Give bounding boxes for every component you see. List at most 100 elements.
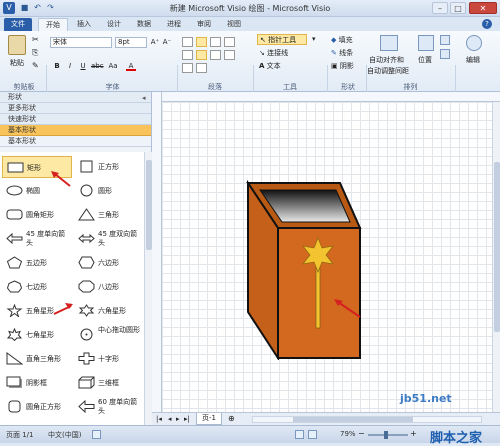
auto-align-icon[interactable] — [380, 35, 398, 51]
case-icon[interactable]: Aa — [108, 61, 118, 71]
tab-review[interactable]: 审阅 — [190, 18, 218, 31]
tab-design[interactable]: 设计 — [100, 18, 128, 31]
insert-page-icon[interactable]: ⊕ — [228, 414, 235, 423]
macro-icon[interactable] — [92, 430, 101, 439]
cut-icon[interactable]: ✂ — [32, 35, 39, 44]
stencil-shape-item[interactable]: 七边形 — [2, 276, 72, 298]
view-fullscreen-icon[interactable] — [308, 430, 317, 439]
shrink-font-icon[interactable]: A⁻ — [162, 37, 172, 47]
strikethrough-icon[interactable]: abc — [91, 61, 104, 71]
zoom-out-icon[interactable]: − — [358, 429, 365, 438]
tab-process[interactable]: 进程 — [160, 18, 188, 31]
shadow-button[interactable]: ▣ 阴影 — [331, 61, 354, 71]
prev-page-icon[interactable]: ◂ — [168, 415, 172, 423]
stencil-shape-item[interactable]: 八边形 — [74, 276, 144, 298]
box-drawing[interactable] — [242, 180, 372, 360]
bold-icon[interactable]: B — [52, 61, 62, 71]
canvas-scroll-thumb[interactable] — [494, 162, 500, 332]
basic-shapes-item[interactable]: 基本形状 — [0, 125, 151, 136]
align-right-icon[interactable] — [210, 50, 221, 60]
stencil-shape-item[interactable]: 60 度单向箭头 — [74, 396, 144, 418]
line-button[interactable]: ✎ 线条 — [331, 48, 353, 58]
h-scroll-track[interactable] — [252, 416, 482, 423]
canvas-scrollbar[interactable] — [492, 102, 500, 412]
stencil-shape-item[interactable]: 三维框 — [74, 372, 144, 394]
font-size-combo[interactable]: 8pt — [115, 37, 147, 48]
align-top-icon[interactable] — [182, 37, 193, 47]
stencil-shape-item[interactable]: 阴影框 — [2, 372, 72, 394]
auto-space-button[interactable]: 自动调整间距 — [367, 66, 409, 76]
stencil-shape-item[interactable]: 中心拖动圆形 — [74, 324, 144, 346]
group-icon[interactable] — [440, 49, 450, 59]
stencil-shape-item[interactable]: 六边形 — [74, 252, 144, 274]
align-bottom-icon[interactable] — [210, 37, 221, 47]
font-name-combo[interactable]: 宋体 — [50, 37, 112, 48]
stencil-shape-item[interactable]: 圆形 — [74, 180, 144, 202]
last-page-icon[interactable]: ▸| — [184, 415, 190, 423]
stencil-scrollbar[interactable] — [144, 152, 152, 425]
first-page-icon[interactable]: |◂ — [156, 415, 162, 423]
layers-icon[interactable] — [440, 35, 450, 45]
stencil-shape-item[interactable]: 正方形 — [74, 156, 144, 178]
tab-home[interactable]: 开始 — [38, 18, 68, 31]
expand-tools-icon[interactable]: ▾ — [312, 35, 316, 43]
tab-data[interactable]: 数据 — [130, 18, 158, 31]
stencil-shape-item[interactable]: 六角星形 — [74, 300, 144, 322]
stencil-shape-item[interactable]: 45 度双向箭头 — [74, 228, 144, 250]
copy-icon[interactable]: ⎘ — [32, 48, 38, 58]
justify-icon[interactable] — [182, 63, 193, 73]
status-language[interactable]: 中文(中国) — [48, 430, 81, 440]
quick-shapes-item[interactable]: 快速形状 — [0, 114, 151, 125]
h-scroll-thumb[interactable] — [293, 417, 413, 422]
text-tool-button[interactable]: A 文本 — [259, 61, 281, 71]
stencil-shape-item[interactable]: 45 度单向箭头 — [2, 228, 72, 250]
zoom-in-icon[interactable]: + — [410, 429, 417, 438]
italic-icon[interactable]: I — [65, 61, 75, 71]
format-painter-icon[interactable]: ✎ — [32, 61, 39, 70]
zoom-slider-thumb[interactable] — [384, 431, 388, 439]
zoom-slider[interactable] — [368, 431, 408, 439]
view-normal-icon[interactable] — [295, 430, 304, 439]
position-button[interactable]: 位置 — [418, 55, 432, 65]
status-page[interactable]: 页面 1/1 — [6, 430, 34, 440]
tab-file[interactable]: 文件 — [4, 18, 32, 31]
paste-icon[interactable] — [8, 35, 26, 55]
stencil-shape-item[interactable]: 圆角正方形 — [2, 396, 72, 418]
stencil-shape-item[interactable]: 十字形 — [74, 348, 144, 370]
auto-align-button[interactable]: 自动对齐和 — [369, 55, 404, 65]
maximize-button[interactable]: □ — [450, 2, 466, 14]
drawing-page[interactable]: jb51.net — [162, 102, 492, 412]
watermark-site: jb51.net — [400, 392, 452, 405]
stencil-shape-label: 45 度单向箭头 — [26, 230, 66, 247]
text-direction-icon[interactable] — [224, 50, 235, 60]
panel-collapse-icon[interactable]: ◂ — [142, 94, 146, 102]
bullets-icon[interactable] — [196, 63, 207, 73]
align-left-icon[interactable] — [182, 50, 193, 60]
underline-icon[interactable]: U — [78, 61, 88, 71]
fill-button[interactable]: ◆ 填充 — [331, 35, 353, 45]
help-icon[interactable]: ? — [482, 19, 492, 29]
indent-icon[interactable] — [224, 37, 235, 47]
editing-button[interactable]: 编辑 — [466, 55, 480, 65]
page-tab[interactable]: 页-1 — [196, 413, 222, 425]
stencil-shape-item[interactable]: 五边形 — [2, 252, 72, 274]
more-shapes-item[interactable]: 更多形状 — [0, 103, 151, 114]
tab-insert[interactable]: 插入 — [70, 18, 98, 31]
next-page-icon[interactable]: ▸ — [176, 415, 180, 423]
paste-button[interactable]: 粘贴 — [10, 58, 24, 68]
align-middle-icon[interactable] — [196, 37, 207, 47]
stencil-shape-item[interactable]: 直角三角形 — [2, 348, 72, 370]
minimize-button[interactable]: – — [432, 2, 448, 14]
font-color-icon[interactable]: A — [126, 61, 136, 71]
tab-view[interactable]: 视图 — [220, 18, 248, 31]
stencil-shape-item[interactable]: 三角形 — [74, 204, 144, 226]
position-icon[interactable] — [418, 35, 434, 51]
pointer-tool-button[interactable]: ↖ 指针工具 — [257, 34, 307, 45]
find-icon[interactable] — [466, 35, 482, 51]
align-center-icon[interactable] — [196, 50, 207, 60]
close-button[interactable]: ✕ — [469, 2, 497, 14]
grow-font-icon[interactable]: A⁺ — [150, 37, 160, 47]
stencil-shape-item[interactable]: 圆角矩形 — [2, 204, 72, 226]
connector-button[interactable]: ↘ 连接线 — [259, 48, 288, 58]
stencil-shape-item[interactable]: 七角星形 — [2, 324, 72, 346]
